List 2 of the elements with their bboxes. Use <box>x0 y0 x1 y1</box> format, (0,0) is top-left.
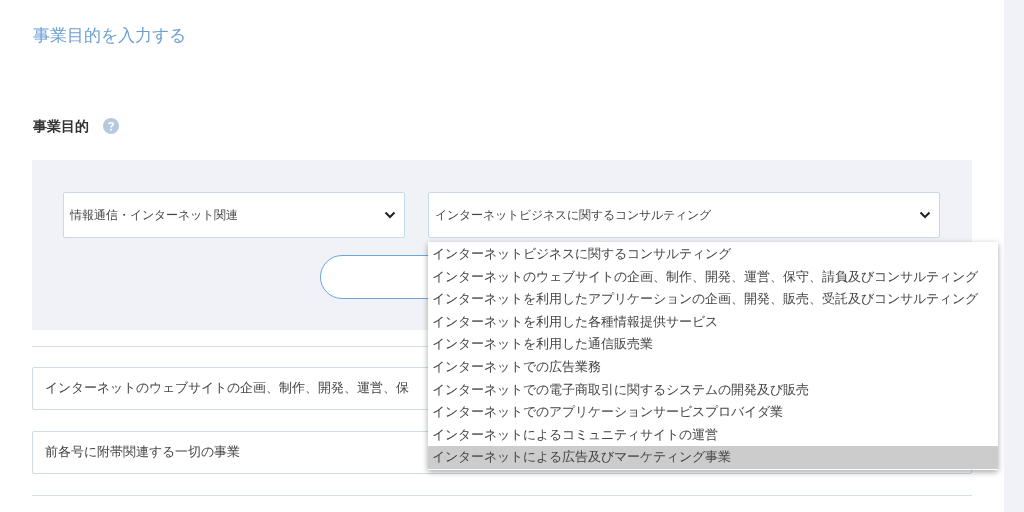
section-heading: 事業目的 <box>33 116 89 136</box>
page-title: 事業目的を入力する <box>33 25 187 47</box>
